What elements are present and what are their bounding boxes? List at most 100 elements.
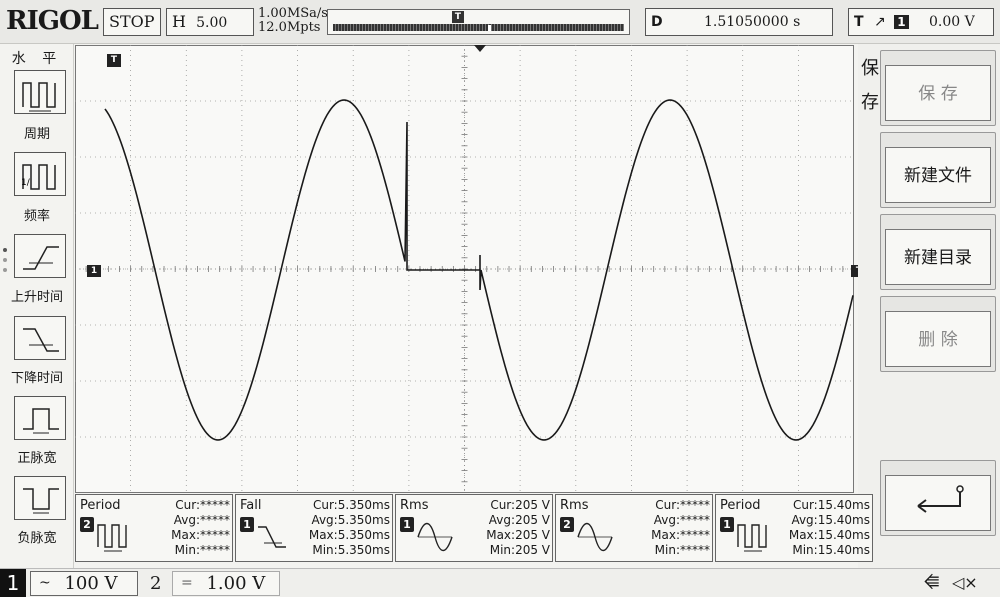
measure-max: Max:205 V — [486, 528, 550, 542]
left-menu-title: 水 平 — [11, 51, 63, 67]
menu-label-negative-width: 负脉宽 — [17, 531, 57, 546]
measurement-rms-ch1[interactable]: Rms 1 Cur:205 V Avg:205 V Max:205 V Min:… — [395, 494, 553, 562]
menu-item-fall-time[interactable] — [14, 316, 66, 360]
trigger-position-marker-top[interactable]: T — [107, 54, 121, 67]
measure-max: Max:5.350ms — [308, 528, 390, 542]
memory-strip — [333, 24, 624, 31]
save-button[interactable]: 保 存 — [880, 50, 996, 126]
measure-name: Rms — [560, 498, 589, 513]
new-folder-button[interactable]: 新建目录 — [880, 214, 996, 290]
measure-cur: Cur:5.350ms — [312, 498, 390, 512]
measure-cur: Cur:***** — [175, 498, 230, 512]
measurement-fall-ch1[interactable]: Fall 1 Cur:5.350ms Avg:5.350ms Max:5.350… — [235, 494, 393, 562]
menu-item-rise-time[interactable] — [14, 234, 66, 278]
trigger-display[interactable]: T ↗ 1 0.00 V — [848, 8, 994, 36]
page-indicator-dot — [3, 268, 7, 272]
view-window-marker — [488, 25, 491, 31]
channel1-scale: 100 V — [64, 573, 118, 594]
measure-name: Period — [80, 498, 121, 513]
trigger-edge-icon: ↗ — [874, 14, 886, 30]
horizontal-center-marker — [474, 45, 486, 52]
channel-badge: 1 — [240, 517, 254, 532]
new-file-label: 新建文件 — [885, 147, 991, 203]
menu-label-fall-time: 下降时间 — [10, 371, 63, 386]
measure-avg: Avg:5.350ms — [311, 513, 390, 527]
svg-text:1/: 1/ — [21, 178, 31, 188]
measure-min: Min:***** — [174, 543, 230, 557]
save-menu-title-bottom: 存 — [861, 92, 879, 113]
menu-item-negative-width[interactable] — [14, 476, 66, 520]
rms-icon — [577, 522, 613, 552]
channel1-offset-marker[interactable]: 1 — [87, 265, 101, 277]
menu-item-frequency[interactable]: 1/ — [14, 152, 66, 196]
measure-name: Fall — [240, 498, 262, 513]
channel2-settings[interactable]: = 1.00 V — [172, 571, 280, 596]
measurement-period-ch2[interactable]: Period 2 Cur:***** Avg:***** Max:***** M… — [75, 494, 233, 562]
trigger-prefix: T — [854, 14, 864, 30]
measure-min: Min:15.40ms — [792, 543, 870, 557]
trigger-position-marker: T — [452, 11, 464, 23]
channel-status-bar: 1 ~ 100 V 2 = 1.00 V ⭅ ◁× — [0, 568, 1000, 597]
delete-label: 删 除 — [885, 311, 991, 367]
measure-values: Cur:5.350ms Avg:5.350ms Max:5.350ms Min:… — [300, 498, 390, 558]
save-button-label: 保 存 — [885, 65, 991, 121]
enter-button[interactable] — [880, 460, 996, 536]
measure-values: Cur:***** Avg:***** Max:***** Min:***** — [140, 498, 230, 558]
measurement-rms-ch2[interactable]: Rms 2 Cur:***** Avg:***** Max:***** Min:… — [555, 494, 713, 562]
measurement-period-ch1[interactable]: Period 1 Cur:15.40ms Avg:15.40ms Max:15.… — [715, 494, 873, 562]
measure-values: Cur:***** Avg:***** Max:***** Min:***** — [620, 498, 710, 558]
trigger-channel-badge: 1 — [894, 15, 909, 29]
page-indicator-dot — [3, 248, 7, 252]
channel-badge: 2 — [560, 517, 574, 532]
measure-name: Rms — [400, 498, 429, 513]
rms-icon — [417, 522, 453, 552]
measure-avg: Avg:205 V — [488, 513, 550, 527]
menu-label-rise-time: 上升时间 — [10, 290, 63, 305]
enter-icon — [885, 475, 991, 531]
channel2-number[interactable]: 2 — [150, 571, 161, 596]
sample-rate: 1.00MSa/s — [258, 6, 328, 21]
mute-icon[interactable]: ◁× — [952, 573, 978, 592]
period-icon — [97, 524, 127, 552]
delay-display[interactable]: D 1.51050000 s — [645, 8, 833, 36]
delete-button[interactable]: 删 除 — [880, 296, 996, 372]
waveform-display[interactable]: T 1 T — [75, 45, 867, 493]
channel1-waveform — [104, 99, 854, 441]
rise-time-icon — [23, 246, 59, 270]
measure-cur: Cur:205 V — [490, 498, 550, 512]
channel1-number[interactable]: 1 — [0, 569, 26, 597]
channel1-settings[interactable]: ~ 100 V — [30, 571, 138, 596]
menu-label-frequency: 频率 — [23, 209, 50, 224]
menu-label-positive-width: 正脉宽 — [17, 451, 57, 466]
run-stop-status[interactable]: STOP — [103, 8, 161, 36]
channel-badge: 1 — [400, 517, 414, 532]
frequency-icon: 1/ — [21, 164, 56, 190]
fall-time-icon — [258, 526, 286, 548]
period-icon — [22, 82, 56, 112]
measure-cur: Cur:***** — [655, 498, 710, 512]
measure-avg: Avg:15.40ms — [791, 513, 870, 527]
measure-avg: Avg:***** — [653, 513, 710, 527]
measure-values: Cur:15.40ms Avg:15.40ms Max:15.40ms Min:… — [780, 498, 870, 558]
timebase-display[interactable]: H 5.00 ms — [166, 8, 254, 58]
measure-max: Max:15.40ms — [788, 528, 870, 542]
memory-position-bar[interactable]: T — [327, 9, 630, 35]
top-status-bar: RIGOL STOP H 5.00 ms 1.00MSa/s 12.0Mpts … — [0, 0, 1000, 58]
memory-depth: 12.0Mpts — [258, 20, 321, 35]
fall-time-icon — [23, 328, 59, 352]
save-menu-title: 保 存 — [858, 52, 882, 120]
timebase-prefix: H — [172, 12, 186, 31]
acquisition-info: 1.00MSa/s 12.0Mpts — [258, 7, 328, 35]
menu-item-positive-width[interactable] — [14, 396, 66, 440]
measure-cur: Cur:15.40ms — [792, 498, 870, 512]
new-file-button[interactable]: 新建文件 — [880, 132, 996, 208]
delay-prefix: D — [651, 14, 663, 30]
menu-item-period[interactable] — [14, 70, 66, 114]
channel-badge: 2 — [80, 517, 94, 532]
measure-min: Min:205 V — [489, 543, 550, 557]
trigger-level: 0.00 V — [929, 14, 975, 30]
measurement-panel: Period 2 Cur:***** Avg:***** Max:***** M… — [74, 494, 874, 562]
left-measure-menu: 水 平 周期 1/ 频率 上升时间 下降时间 正脉宽 负脉宽 — [0, 44, 74, 568]
channel-badge: 1 — [720, 517, 734, 532]
save-menu-title-top: 保 — [861, 58, 879, 79]
